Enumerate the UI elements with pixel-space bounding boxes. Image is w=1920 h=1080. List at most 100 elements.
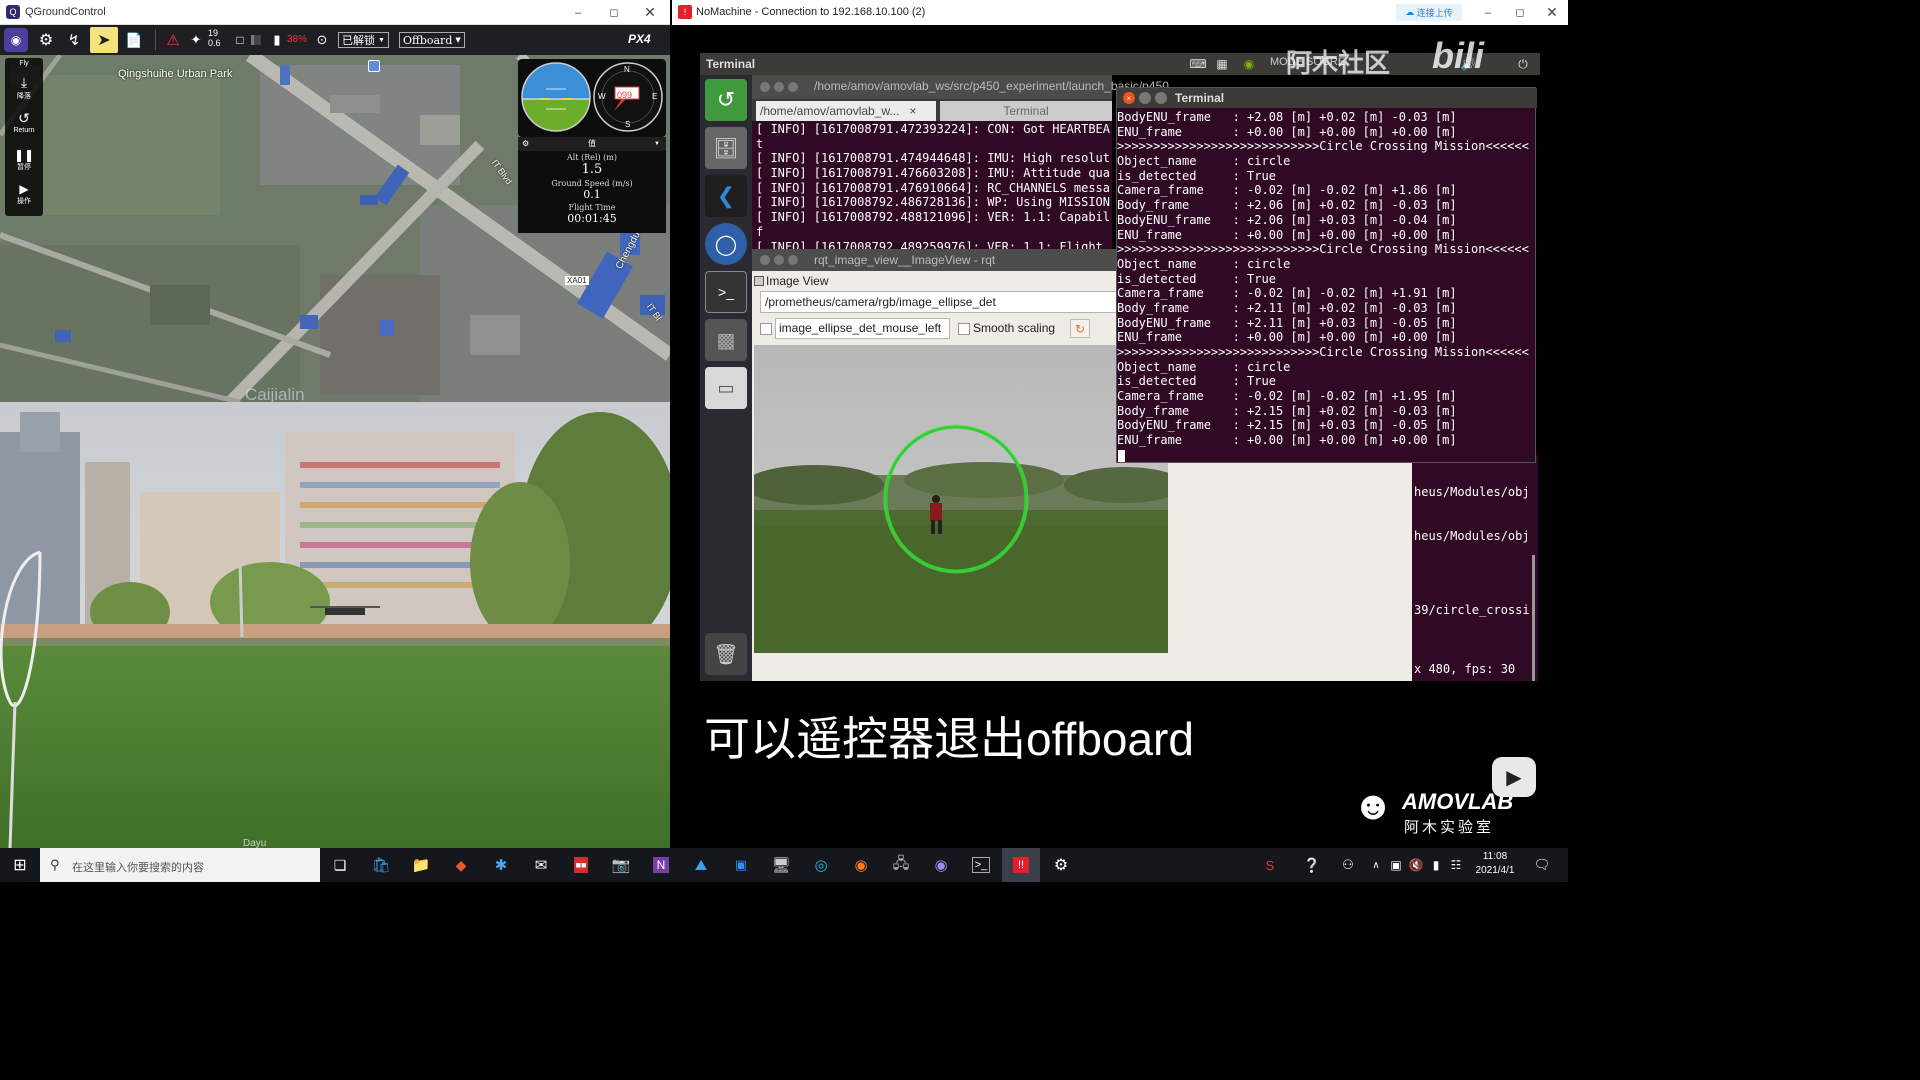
minimize-icon[interactable] bbox=[774, 82, 784, 92]
taskbar-search[interactable]: ⚲ 在这里输入你要搜索的内容 bbox=[40, 848, 320, 882]
arm-state-dropdown[interactable]: 已解锁 ▼ bbox=[338, 32, 389, 48]
onenote-icon[interactable]: N bbox=[642, 848, 680, 882]
battery-icon[interactable]: ▮ bbox=[270, 30, 284, 50]
browser-icon[interactable]: ◯ bbox=[705, 223, 747, 265]
mouse-topic-checkbox[interactable] bbox=[760, 323, 772, 335]
edge-icon[interactable]: ◎ bbox=[802, 848, 840, 882]
nvidia-icon[interactable]: ◉ bbox=[1240, 56, 1258, 72]
firefox-icon[interactable]: ◉ bbox=[842, 848, 880, 882]
terminal-tab-2[interactable]: Terminal bbox=[940, 101, 1112, 121]
camera-image[interactable] bbox=[754, 345, 1168, 653]
maximize-icon[interactable]: ◻ bbox=[596, 0, 632, 25]
detection-image bbox=[754, 345, 1168, 653]
close-icon[interactable] bbox=[760, 82, 770, 92]
remote-desktop-icon[interactable]: 🖥 bbox=[762, 848, 800, 882]
tool-pause[interactable]: ❚❚ 暂停 bbox=[5, 148, 43, 172]
clock[interactable]: 11:08 2021/4/1 bbox=[1466, 850, 1524, 880]
maximize-icon[interactable] bbox=[1155, 92, 1167, 104]
tool-fly[interactable]: Fly bbox=[5, 60, 43, 67]
display-icon[interactable]: ▣ bbox=[1386, 848, 1406, 882]
minimize-icon[interactable]: – bbox=[560, 0, 596, 25]
window-icon[interactable]: ▩ bbox=[705, 319, 747, 361]
close-icon[interactable]: × bbox=[909, 104, 916, 118]
terminal-line: ENU_frame : +0.00 [m] +0.00 [m] +0.00 [m… bbox=[1117, 124, 1457, 139]
mail-icon[interactable]: ✉ bbox=[522, 848, 560, 882]
tool-action[interactable]: ▶ 操作 bbox=[5, 182, 43, 206]
notification-icon[interactable]: 🗨 bbox=[1530, 848, 1554, 882]
topic-selector[interactable]: /prometheus/camera/rgb/image_ellipse_det bbox=[760, 291, 1120, 313]
file-explorer-icon[interactable]: 📁 bbox=[402, 848, 440, 882]
windows-start-icon[interactable]: ⊞ bbox=[0, 848, 40, 882]
settings-icon[interactable]: ⚙ bbox=[1042, 848, 1080, 882]
power-icon[interactable]: ⏻ bbox=[1515, 56, 1531, 72]
mouse-topic-input[interactable]: image_ellipse_det_mouse_left bbox=[775, 318, 950, 339]
task-view-icon[interactable]: ❏ bbox=[322, 848, 358, 882]
trash-icon[interactable]: 🗑 bbox=[705, 633, 747, 675]
terminal-line: Body_frame : +2.15 [m] +0.02 [m] -0.03 [… bbox=[1117, 403, 1457, 418]
network-app-icon[interactable]: 🖧 bbox=[882, 848, 920, 882]
terminal-icon[interactable]: >_ bbox=[705, 271, 747, 313]
minimize-icon[interactable] bbox=[774, 255, 784, 265]
dock-icon[interactable] bbox=[754, 276, 764, 286]
close-icon[interactable]: ✕ bbox=[632, 0, 668, 25]
analyze-icon[interactable]: 📄 bbox=[122, 28, 146, 52]
nomachine-title-bar: ! NoMachine - Connection to 192.168.10.1… bbox=[672, 0, 1568, 25]
close-icon[interactable]: × bbox=[1123, 92, 1135, 104]
rotate-icon[interactable]: ↻ bbox=[1070, 319, 1090, 338]
smooth-scaling-checkbox[interactable] bbox=[958, 323, 970, 335]
vehicle-setup-icon[interactable]: ⚙ bbox=[34, 28, 58, 52]
store-icon[interactable]: 🛍 bbox=[362, 848, 400, 882]
plan-icon[interactable]: ↯ bbox=[62, 28, 86, 52]
tool-return[interactable]: ↺ Return bbox=[5, 110, 43, 134]
red-app-icon[interactable]: ■■ bbox=[562, 848, 600, 882]
maximize-icon[interactable] bbox=[788, 255, 798, 265]
mute-icon[interactable]: 🔇 bbox=[1406, 848, 1426, 882]
gear-icon[interactable]: ⚙ bbox=[522, 137, 529, 151]
maximize-icon[interactable]: ◻ bbox=[1504, 0, 1536, 25]
minimize-icon[interactable]: – bbox=[1472, 0, 1504, 25]
warning-icon[interactable]: ⚠ bbox=[164, 29, 182, 51]
ubuntu-dash-icon[interactable]: ↺ bbox=[705, 79, 747, 121]
network-icon[interactable]: ☷ bbox=[1446, 848, 1466, 882]
photos-icon[interactable]: ⛰ bbox=[682, 848, 720, 882]
qgc-taskbar-icon[interactable]: ◉ bbox=[922, 848, 960, 882]
vehicle-marker-icon[interactable] bbox=[368, 60, 380, 72]
nvidia-indicator-icon[interactable]: ▦ bbox=[1214, 56, 1230, 72]
app-shield-icon[interactable]: ◆ bbox=[442, 848, 480, 882]
terminal-line: [ INFO] [1617008792.486728136]: WP: Usin… bbox=[756, 195, 1111, 210]
sogou-icon[interactable]: S bbox=[1258, 848, 1282, 882]
files-icon[interactable]: 🗄 bbox=[705, 127, 747, 169]
camera-icon[interactable]: 📷 bbox=[602, 848, 640, 882]
terminal-taskbar-icon[interactable]: >_ bbox=[962, 848, 1000, 882]
terminal-title-bar: /home/amov/amovlab_ws/src/p450_experimen… bbox=[752, 75, 1169, 99]
scrollbar[interactable] bbox=[1532, 555, 1535, 681]
upload-button[interactable]: ☁ 连接上传 bbox=[1396, 4, 1462, 21]
vscode-icon[interactable]: ❮ bbox=[705, 175, 747, 217]
px4-logo: PX4 bbox=[628, 32, 651, 46]
zoom-icon[interactable]: ▣ bbox=[722, 848, 760, 882]
qgc-logo-icon[interactable]: ◉ bbox=[4, 28, 28, 52]
front-terminal[interactable]: × Terminal BodyENU_frame : +2.08 [m] +0.… bbox=[1116, 87, 1537, 463]
battery-tray-icon[interactable]: ▮ bbox=[1426, 848, 1446, 882]
close-icon[interactable]: ✕ bbox=[1536, 0, 1568, 25]
drive-icon[interactable]: ▭ bbox=[705, 367, 747, 409]
people-icon[interactable]: ⚇ bbox=[1336, 848, 1360, 882]
chevron-down-icon[interactable]: ▼ bbox=[654, 137, 660, 151]
tool-land[interactable]: ⤓ 降落 bbox=[5, 74, 43, 101]
minimize-icon[interactable] bbox=[1139, 92, 1151, 104]
nomachine-taskbar-icon[interactable]: !! bbox=[1002, 848, 1040, 882]
map-view[interactable]: Qingshuihe Urban Park IT Blvd Chengdu XA… bbox=[0, 55, 670, 402]
rc-icon[interactable]: □ bbox=[232, 30, 248, 50]
flight-mode-dropdown[interactable]: Offboard ▼ bbox=[399, 32, 465, 48]
fly-view-icon[interactable]: ➤ bbox=[90, 27, 118, 53]
chevron-up-icon[interactable]: ∧ bbox=[1366, 848, 1386, 882]
gps-satellite-icon[interactable]: ✦ bbox=[188, 30, 204, 50]
keyboard-icon[interactable]: ⌨ bbox=[1189, 56, 1206, 72]
close-icon[interactable] bbox=[760, 255, 770, 265]
rtk-icon[interactable]: ⊙ bbox=[314, 30, 330, 50]
terminal-line: [ INFO] [1617008791.476910664]: RC_CHANN… bbox=[756, 180, 1111, 195]
maximize-icon[interactable] bbox=[788, 82, 798, 92]
terminal-tab-1[interactable]: /home/amov/amovlab_w... × bbox=[756, 101, 936, 121]
help-icon[interactable]: ❔ bbox=[1300, 848, 1324, 882]
bluetooth-app-icon[interactable]: ✱ bbox=[482, 848, 520, 882]
